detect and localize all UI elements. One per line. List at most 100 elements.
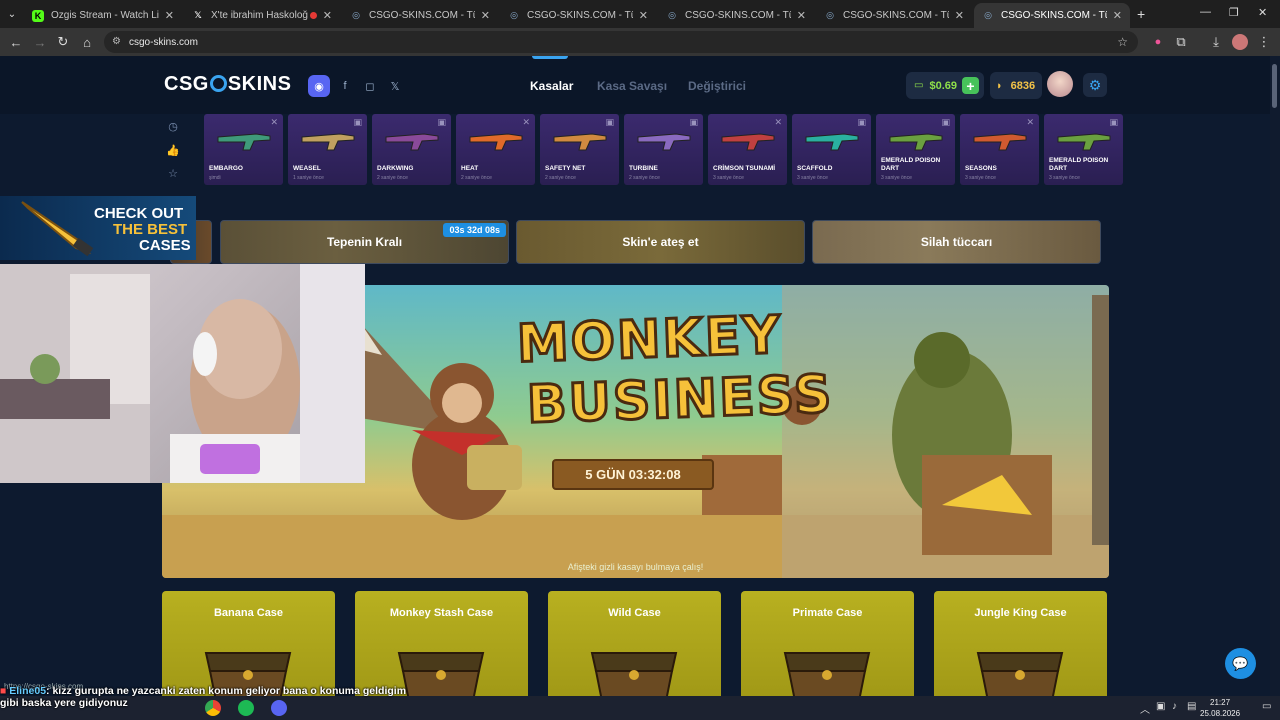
browser-tab[interactable]: ◎ CSGO-SKINS.COM - Türkiye'nin ✕	[816, 3, 972, 28]
case-icon: ✕	[270, 117, 278, 127]
new-tab-button[interactable]: +	[1137, 6, 1145, 22]
x-social-icon[interactable]: 𝕏	[385, 76, 405, 96]
extensions-puzzle-icon[interactable]: ⧉	[1173, 34, 1189, 50]
url-input[interactable]: ⚙ csgo-skins.com ☆	[104, 31, 1138, 53]
drop-card[interactable]: ▣ TURBINE 2 saniye önce	[624, 114, 703, 185]
nav-case-battle[interactable]: Kasa Savaşı	[597, 79, 667, 93]
tab-title: CSGO-SKINS.COM - Türkiye'nin	[843, 10, 949, 21]
drop-name: SCAFFOLD	[797, 165, 833, 172]
minimize-icon[interactable]: —	[1200, 6, 1211, 18]
browser-tab-active[interactable]: ◎ CSGO-SKINS.COM - Türkiye'nin ✕	[974, 3, 1130, 28]
browser-tab[interactable]: 𝕏 X'te ibrahim Haskoloğlu: " ✕	[184, 3, 340, 28]
close-icon[interactable]: ✕	[639, 9, 648, 22]
case-card[interactable]: Jungle King Case	[934, 591, 1107, 696]
drop-card[interactable]: ✕ HEAT 2 saniye önce	[456, 114, 535, 185]
back-icon[interactable]: ←	[8, 34, 24, 50]
speaker-icon[interactable]: ♪	[1172, 701, 1177, 712]
weapon-image	[805, 133, 859, 151]
url-text: csgo-skins.com	[129, 36, 198, 48]
case-card[interactable]: Wild Case	[548, 591, 721, 696]
settings-gear-icon[interactable]: ⚙	[1083, 73, 1107, 97]
clock-icon[interactable]: ◷	[166, 119, 180, 133]
user-avatar[interactable]	[1047, 71, 1073, 97]
star-icon[interactable]: ☆	[166, 166, 180, 180]
drop-card[interactable]: ✕ SEASONS 3 saniye önce	[960, 114, 1039, 185]
network-icon[interactable]: ▤	[1187, 701, 1196, 712]
close-icon[interactable]: ✕	[323, 9, 332, 22]
site-icon: ◎	[510, 10, 518, 20]
checkout-line1: CHECK OUT	[94, 205, 184, 222]
support-chat-button[interactable]: 💬	[1225, 648, 1256, 679]
nav-cases[interactable]: Kasalar	[530, 79, 573, 93]
site-logo[interactable]: CSG SKINS	[164, 73, 291, 96]
browser-tab[interactable]: K Ozgis Stream - Watch Live on K ✕	[24, 3, 182, 28]
drop-card[interactable]: ▣ SCAFFOLD 3 saniye önce	[792, 114, 871, 185]
promo-king-of-hill[interactable]: Tepenin Kralı 03s 32d 08s	[220, 220, 509, 264]
case-card[interactable]: Banana Case	[162, 591, 335, 696]
download-icon[interactable]: ⤓	[1208, 34, 1224, 50]
drop-card[interactable]: ✕ CRİMSON TSUNAMİ 3 saniye önce	[708, 114, 787, 185]
weapon-image	[721, 133, 775, 151]
drop-card[interactable]: ▣ EMERALD POISON DART 3 saniye önce	[1044, 114, 1123, 185]
chat-username: Eline05	[9, 685, 47, 697]
tab-title: CSGO-SKINS.COM - Türkiye'nin	[369, 10, 475, 21]
bookmark-star-icon[interactable]: ☆	[1117, 35, 1128, 49]
drop-name: DARKWING	[377, 165, 414, 172]
deposit-button[interactable]: +	[962, 77, 979, 94]
tray-icon[interactable]: ▣	[1156, 701, 1165, 712]
forward-icon[interactable]: →	[32, 34, 48, 50]
close-window-icon[interactable]: ✕	[1258, 6, 1267, 19]
extension-icon[interactable]: ●	[1150, 34, 1166, 50]
thumbs-up-icon[interactable]: 👍	[166, 143, 180, 157]
profile-avatar[interactable]	[1232, 34, 1248, 50]
taskbar-clock[interactable]: 21:27 25.08.2026	[1200, 697, 1240, 719]
case-name: Monkey Stash Case	[389, 607, 494, 619]
scrollbar[interactable]	[1270, 56, 1280, 696]
coins-display[interactable]: ◗ 6836	[990, 72, 1042, 99]
drop-card[interactable]: ▣ DARKWING 2 saniye önce	[372, 114, 451, 185]
banana-coin-icon: ◗	[996, 79, 1003, 92]
case-card[interactable]: Primate Case	[741, 591, 914, 696]
facebook-icon[interactable]: f	[335, 76, 355, 96]
logo-crosshair-icon	[209, 75, 227, 92]
tray-chevron-icon[interactable]: ︿	[1140, 701, 1150, 716]
x-icon: 𝕏	[194, 10, 202, 20]
checkout-line3: CASES	[139, 237, 191, 254]
weapon-image	[889, 133, 943, 151]
browser-tab[interactable]: ◎ CSGO-SKINS.COM - Türkiye'nin ✕	[342, 3, 498, 28]
promo-gun-trader[interactable]: Silah tüccarı	[812, 220, 1101, 264]
close-icon[interactable]: ✕	[797, 9, 806, 22]
restore-icon[interactable]: ❐	[1229, 6, 1239, 19]
case-icon: ▣	[1109, 117, 1118, 127]
discord-icon[interactable]: ◉	[308, 75, 330, 97]
instagram-icon[interactable]: ◻	[360, 76, 380, 96]
browser-tab[interactable]: ◎ CSGO-SKINS.COM - Türkiye'nin ✕	[658, 3, 814, 28]
drop-time: şimdi	[209, 175, 221, 181]
drop-card[interactable]: ▣ SAFETY NET 2 saniye önce	[540, 114, 619, 185]
close-icon[interactable]: ✕	[955, 9, 964, 22]
drop-card[interactable]: ▣ EMERALD POISON DART 3 saniye önce	[876, 114, 955, 185]
scrollbar-thumb[interactable]	[1272, 64, 1277, 108]
nav-upgrader[interactable]: Değiştirici	[688, 79, 746, 93]
balance-display[interactable]: ▭ $0.69 +	[906, 72, 984, 99]
tab-title: X'te ibrahim Haskoloğlu: "	[211, 10, 308, 21]
close-icon[interactable]: ✕	[1113, 9, 1122, 22]
stream-promo-overlay: CHECK OUT THE BEST CASES	[0, 196, 196, 260]
case-icon: ▣	[437, 117, 446, 127]
home-icon[interactable]: ⌂	[79, 34, 95, 50]
close-icon[interactable]: ✕	[165, 9, 174, 22]
browser-tab-bar: ⌄ K Ozgis Stream - Watch Live on K ✕ 𝕏 X…	[0, 0, 1280, 28]
drop-card[interactable]: ✕ EMBARGO şimdi	[204, 114, 283, 185]
promo-shoot-skin[interactable]: Skin'e ateş et	[516, 220, 805, 264]
menu-icon[interactable]: ⋮	[1256, 34, 1272, 50]
site-info-icon[interactable]: ⚙	[112, 36, 121, 47]
drop-time: 2 saniye önce	[377, 175, 408, 181]
tab-search-icon[interactable]: ⌄	[4, 6, 20, 22]
drop-card[interactable]: ▣ WEASEL 1 saniye önce	[288, 114, 367, 185]
clock-time: 21:27	[1210, 698, 1231, 707]
notification-icon[interactable]: ▭	[1262, 701, 1271, 712]
close-icon[interactable]: ✕	[481, 9, 490, 22]
browser-tab[interactable]: ◎ CSGO-SKINS.COM - Türkiye'nin ✕	[500, 3, 656, 28]
reload-icon[interactable]: ↻	[55, 34, 71, 50]
case-card[interactable]: Monkey Stash Case	[355, 591, 528, 696]
